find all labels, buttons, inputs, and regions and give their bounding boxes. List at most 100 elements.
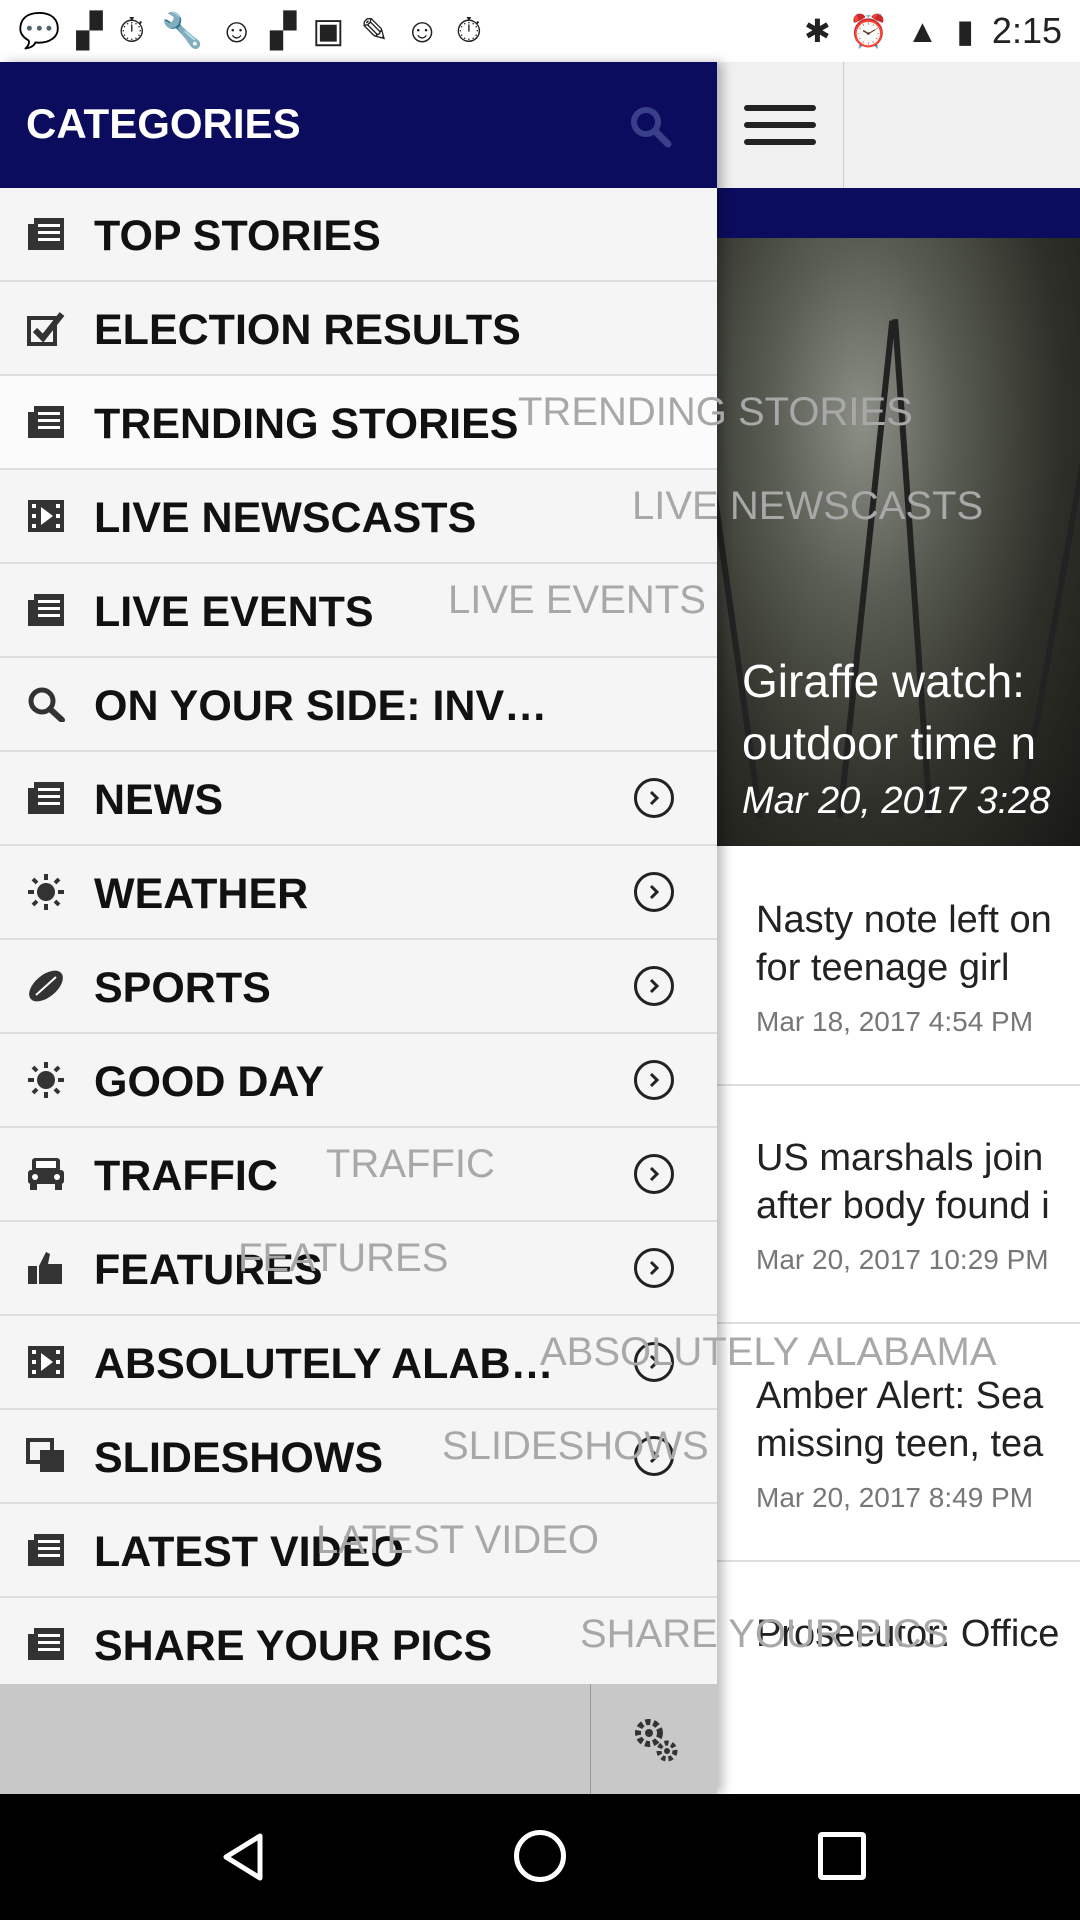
flipboard-icon: ▞ — [270, 12, 297, 50]
chevron-right-icon[interactable] — [634, 1436, 674, 1476]
qt-icon: ▣ — [312, 12, 345, 50]
newspaper-icon — [26, 404, 66, 440]
drawer-title: CATEGORIES — [26, 100, 301, 147]
category-label: WEATHER — [94, 870, 309, 918]
category-item[interactable]: LIVE EVENTS — [0, 564, 717, 658]
newspaper-icon — [26, 1532, 66, 1568]
recent-apps-icon[interactable] — [818, 1832, 866, 1880]
feed-headline: Nasty note left on for teenage girl — [756, 899, 1052, 989]
hamburger-icon — [744, 105, 816, 145]
category-item[interactable]: FEATURES — [0, 1222, 717, 1316]
category-label: TOP STORIES — [94, 212, 381, 260]
wrench-icon: 🔧 — [161, 12, 204, 50]
category-item[interactable]: TOP STORIES — [0, 188, 717, 282]
gears-icon — [634, 1719, 677, 1762]
category-item[interactable]: ABSOLUTELY ALABA… — [0, 1316, 717, 1410]
sun-icon — [26, 1062, 66, 1098]
stopwatch-icon: ⏱ — [455, 12, 483, 50]
category-item[interactable]: NEWS — [0, 752, 717, 846]
category-label: LIVE EVENTS — [94, 588, 374, 636]
back-icon[interactable] — [216, 1830, 270, 1884]
settings-button[interactable] — [590, 1684, 718, 1794]
system-icons: ✱ ⏰ ▲ ▮ 2:15 — [804, 10, 1062, 52]
feed-date: Mar 20, 2017 10:29 PM — [756, 1244, 1049, 1275]
category-item[interactable]: TRENDING STORIES — [0, 376, 717, 470]
feed-headline: Prosecutor: Office — [756, 1613, 1060, 1655]
newspaper-icon — [26, 592, 66, 628]
category-label: LATEST VIDEO — [94, 1528, 404, 1576]
chevron-right-icon[interactable] — [634, 1060, 674, 1100]
feed-item[interactable]: Prosecutor: Office — [717, 1560, 1080, 1660]
category-item[interactable]: SHARE YOUR PICS — [0, 1598, 717, 1692]
smiley-icon: ☺ — [404, 12, 440, 50]
navigation-drawer: CATEGORIES TOP STORIES ELECTION RESULTS TR… — [0, 62, 717, 1794]
category-item[interactable]: LIVE NEWSCASTS — [0, 470, 717, 564]
search-icon — [26, 686, 66, 723]
category-item[interactable]: GOOD DAY — [0, 1034, 717, 1128]
category-list: TOP STORIES ELECTION RESULTS TRENDING STOR… — [0, 188, 717, 1692]
chevron-right-icon[interactable] — [634, 1248, 674, 1288]
category-item[interactable]: WEATHER — [0, 846, 717, 940]
feed-headline: Amber Alert: Sea missing teen, tea — [756, 1375, 1044, 1465]
chevron-right-icon[interactable] — [634, 1154, 674, 1194]
status-bar: 💬 ▞ ⏱ 🔧 ☺ ▞ ▣ ✎ ☺ ⏱ ✱ ⏰ ▲ ▮ 2:15 — [0, 0, 1080, 62]
tab-strip — [717, 188, 1080, 238]
category-label: NEWS — [94, 776, 223, 824]
category-label: FEATURES — [94, 1246, 323, 1294]
feed-item[interactable]: US marshals join after body found i Mar 2… — [717, 1084, 1080, 1324]
category-item[interactable]: ON YOUR SIDE: INVESTIGA… — [0, 658, 717, 752]
hero-date: Mar 20, 2017 3:28 — [742, 780, 1051, 822]
video-icon — [26, 498, 66, 534]
checkbox-icon — [26, 310, 66, 346]
category-label: GOOD DAY — [94, 1058, 325, 1106]
category-item[interactable]: SPORTS — [0, 940, 717, 1034]
category-label: SLIDESHOWS — [94, 1434, 384, 1482]
car-icon — [26, 1156, 66, 1192]
category-label: SPORTS — [94, 964, 271, 1012]
news-icon: ✎ — [360, 12, 389, 50]
alarm-icon: ⏰ — [848, 13, 889, 49]
chevron-right-icon[interactable] — [634, 872, 674, 912]
home-icon[interactable] — [514, 1830, 566, 1882]
smiley-icon: ☺ — [219, 12, 255, 50]
feed-date: Mar 20, 2017 8:49 PM — [756, 1482, 1034, 1513]
category-item[interactable]: TRAFFIC — [0, 1128, 717, 1222]
sun-icon — [26, 874, 66, 910]
thumbs-up-icon — [26, 1250, 66, 1286]
stopwatch-icon: ⏱ — [118, 12, 146, 50]
category-label: TRAFFIC — [94, 1152, 278, 1200]
chevron-right-icon[interactable] — [634, 966, 674, 1006]
system-navigation-bar — [0, 1794, 1080, 1920]
newspaper-icon — [26, 216, 66, 252]
feed-date: Mar 18, 2017 4:54 PM — [756, 1006, 1034, 1037]
category-label: ELECTION RESULTS — [94, 306, 521, 354]
category-item[interactable]: SLIDESHOWS — [0, 1410, 717, 1504]
chat-icon: 💬 — [18, 12, 61, 50]
category-label: LIVE NEWSCASTS — [94, 494, 477, 542]
drawer-header: CATEGORIES — [0, 62, 717, 188]
drawer-footer — [0, 1684, 717, 1794]
category-item[interactable]: ELECTION RESULTS — [0, 282, 717, 376]
category-label: ABSOLUTELY ALABA… — [94, 1340, 574, 1388]
feed-headline: US marshals join after body found i — [756, 1137, 1050, 1227]
battery-icon: ▮ — [956, 13, 974, 49]
menu-button[interactable] — [717, 62, 844, 188]
search-icon[interactable] — [628, 104, 672, 148]
chevron-right-icon[interactable] — [634, 1342, 674, 1382]
slideshow-icon — [26, 1438, 66, 1474]
newspaper-icon — [26, 1626, 66, 1662]
signal-icon: ▲ — [906, 12, 939, 49]
category-label: TRENDING STORIES — [94, 400, 519, 448]
hero-headline[interactable]: Giraffe watch: outdoor time n — [742, 650, 1036, 774]
flipboard-icon: ▞ — [76, 12, 103, 50]
newspaper-icon — [26, 780, 66, 816]
category-item[interactable]: LATEST VIDEO — [0, 1504, 717, 1598]
feed-item[interactable]: Nasty note left on for teenage girl Mar 1… — [717, 846, 1080, 1086]
feed-item[interactable]: Amber Alert: Sea missing teen, tea Mar 20… — [717, 1322, 1080, 1562]
chevron-right-icon[interactable] — [634, 778, 674, 818]
football-icon — [26, 968, 66, 1004]
clock: 2:15 — [991, 10, 1062, 51]
bluetooth-icon: ✱ — [803, 13, 831, 49]
feed-empty-area — [717, 1660, 1080, 1794]
category-label: ON YOUR SIDE: INVESTIGA… — [94, 682, 574, 730]
